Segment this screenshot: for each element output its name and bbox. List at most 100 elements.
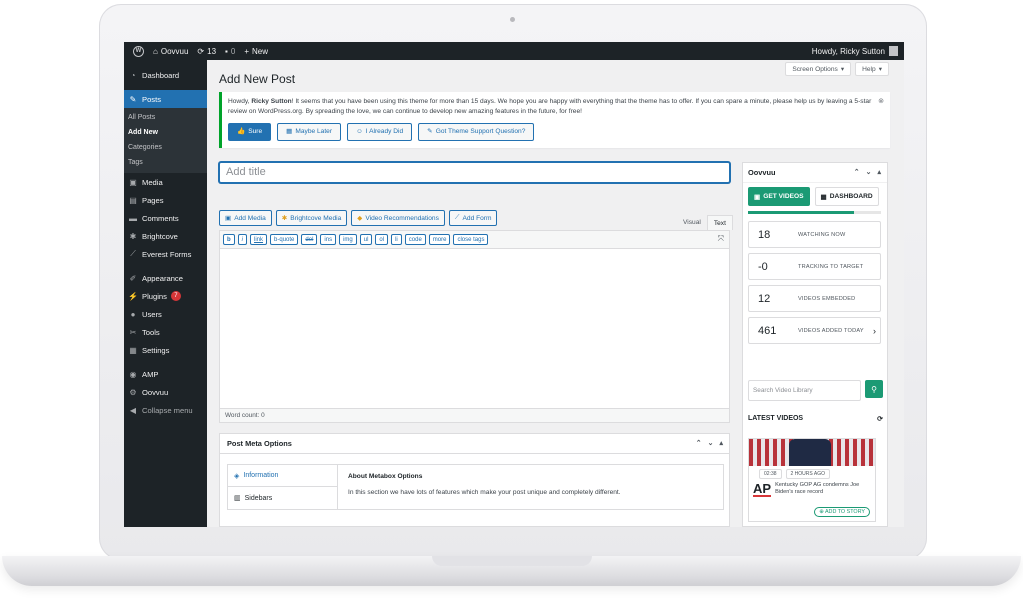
collapse-menu-button[interactable]: ◀ Collapse menu: [124, 401, 207, 419]
chevron-right-icon: ›: [873, 325, 876, 336]
sidebar-item-brightcove[interactable]: ✱ Brightcove: [124, 227, 207, 245]
sidebar-item-comments[interactable]: ▬ Comments: [124, 209, 207, 227]
calendar-icon: ▦: [286, 128, 293, 135]
sidebar-item-media[interactable]: ▣ Media: [124, 173, 207, 191]
updates-link[interactable]: ⟳ 13: [197, 47, 216, 56]
toggle-arrow-icon[interactable]: ▴: [877, 168, 881, 176]
dismiss-notice-icon[interactable]: ⊗: [878, 97, 884, 107]
maybe-later-button[interactable]: ▦ Maybe Later: [277, 123, 342, 141]
tab-visual[interactable]: Visual: [677, 215, 707, 230]
submenu-categories[interactable]: Categories: [124, 140, 207, 155]
video-recommendations-button[interactable]: ◆ Video Recommendations: [351, 210, 445, 226]
avatar: [889, 46, 898, 56]
sidebar-item-dashboard[interactable]: ◔ Dashboard: [124, 66, 207, 84]
sidebar-item-amp[interactable]: ◉ AMP: [124, 365, 207, 383]
get-videos-button[interactable]: ▣ GET VIDEOS: [748, 187, 810, 206]
pin-icon: ✎: [129, 94, 137, 104]
refresh-icon[interactable]: ⟳: [877, 415, 883, 423]
qt-ul-button[interactable]: ul: [359, 234, 373, 245]
qt-li-button[interactable]: li: [391, 234, 402, 245]
video-info: AP Kentucky GOP AG condemns Joe Biden's …: [749, 479, 875, 497]
post-title-input[interactable]: Add title: [219, 162, 730, 183]
sure-button[interactable]: 👍 Sure: [228, 123, 272, 141]
chevron-down-icon[interactable]: ⌄: [866, 168, 872, 176]
sidebar-item-oovvuu[interactable]: ⚙ Oovvuu: [124, 383, 207, 401]
metabox-heading: About Metabox Options: [348, 473, 423, 480]
chevron-up-icon[interactable]: ⌃: [696, 439, 702, 447]
site-name-link[interactable]: ⌂ Oovvuu: [153, 47, 188, 56]
notice-text: Howdy, Ricky Sutton! It seems that you h…: [228, 98, 872, 115]
editor-textarea[interactable]: [220, 249, 729, 409]
comment-icon: ▪: [225, 46, 228, 56]
ap-logo: AP: [753, 481, 772, 497]
wp-logo-menu[interactable]: W: [133, 45, 144, 57]
sidebar-item-users[interactable]: ● Users: [124, 305, 207, 323]
settings-icon: ▦: [129, 345, 137, 355]
user-icon: ●: [130, 309, 136, 319]
metabox-tab-sidebars[interactable]: ▥ Sidebars: [228, 487, 337, 509]
qt-bold-button[interactable]: b: [223, 234, 235, 245]
wrench-icon: ✂: [129, 327, 137, 337]
add-form-button[interactable]: ⟋ Add Form: [448, 210, 498, 226]
qt-italic-button[interactable]: i: [237, 234, 248, 245]
media-icon: ▣: [129, 177, 137, 187]
plugins-update-badge: 7: [170, 291, 181, 301]
comment-icon: ▬: [129, 213, 137, 223]
sidebar-item-pages[interactable]: ▤ Pages: [124, 191, 207, 209]
admin-bar: W ⌂ Oovvuu ⟳ 13 ▪ 0 + New Howdy, Ricky Sutto…: [124, 42, 904, 60]
qt-del-button[interactable]: del: [301, 234, 318, 245]
sidebar-item-settings[interactable]: ▦ Settings: [124, 341, 207, 359]
dashboard-button[interactable]: ▦ DASHBOARD: [814, 187, 879, 206]
comments-link[interactable]: ▪ 0: [225, 47, 235, 56]
screen-options-button[interactable]: Screen Options ▾: [785, 62, 852, 76]
chevron-up-icon[interactable]: ⌃: [854, 168, 860, 176]
help-button[interactable]: Help ▾: [855, 62, 889, 76]
sidebar-item-appearance[interactable]: ✐ Appearance: [124, 269, 207, 287]
admin-sidebar: ◔ Dashboard ✎ Posts All Posts Add New Cate…: [124, 60, 207, 527]
posts-submenu: All Posts Add New Categories Tags: [124, 108, 207, 173]
submenu-all-posts[interactable]: All Posts: [124, 110, 207, 125]
sidebar-item-posts[interactable]: ✎ Posts: [124, 90, 207, 108]
tab-text[interactable]: Text: [706, 215, 733, 230]
media-icon: ▣: [225, 215, 232, 222]
already-did-button[interactable]: ☺ I Already Did: [347, 123, 413, 141]
metabox-tab-information[interactable]: ◈ Information: [228, 465, 337, 487]
caret-down-icon: ▾: [878, 66, 882, 73]
qt-close-tags-button[interactable]: close tags: [453, 234, 489, 245]
sidebar-item-tools[interactable]: ✂ Tools: [124, 323, 207, 341]
sidebar-item-plugins[interactable]: ⚡ Plugins 7: [124, 287, 207, 305]
qt-blockquote-button[interactable]: b-quote: [270, 234, 299, 245]
add-media-button[interactable]: ▣ Add Media: [219, 210, 272, 226]
qt-ol-button[interactable]: ol: [375, 234, 389, 245]
account-menu[interactable]: Howdy, Ricky Sutton: [812, 46, 898, 56]
video-age: 2 HOURS AGO: [785, 469, 830, 479]
support-question-button[interactable]: ✎ Got Theme Support Question?: [418, 123, 535, 141]
screen: W ⌂ Oovvuu ⟳ 13 ▪ 0 + New Howdy, Ricky Sutto…: [124, 42, 904, 527]
gear-icon: ⚙: [129, 387, 137, 397]
add-to-story-button[interactable]: ⊕ ADD TO STORY: [814, 507, 870, 517]
chevron-down-icon[interactable]: ⌄: [708, 439, 714, 447]
stat-videos-added-today[interactable]: 461 VIDEOS ADDED TODAY ›: [748, 317, 881, 344]
search-button[interactable]: ⚲: [865, 380, 883, 398]
tag-icon: ◈: [234, 472, 240, 480]
sidebar-item-everest-forms[interactable]: ⟋ Everest Forms: [124, 245, 207, 263]
qt-more-button[interactable]: more: [428, 234, 451, 245]
qt-link-button[interactable]: link: [250, 234, 268, 245]
fullscreen-icon[interactable]: ⤧: [718, 234, 724, 244]
video-search-input[interactable]: Search Video Library: [748, 380, 861, 401]
qt-ins-button[interactable]: ins: [320, 234, 337, 245]
submenu-add-new[interactable]: Add New: [124, 125, 207, 140]
qt-img-button[interactable]: img: [339, 234, 357, 245]
submenu-tags[interactable]: Tags: [124, 155, 207, 170]
video-card[interactable]: 02:38 2 HOURS AGO AP Kentucky GOP AG con…: [748, 438, 876, 522]
widget-header: Oovvuu ⌃ ⌄ ▴: [743, 163, 887, 183]
notice-actions: 👍 Sure ▦ Maybe Later ☺ I Already Did ✎ Got T…: [228, 123, 884, 141]
new-content-link[interactable]: + New: [244, 47, 268, 56]
qt-code-button[interactable]: code: [404, 234, 426, 245]
toggle-arrow-icon[interactable]: ▴: [719, 439, 723, 447]
stat-videos-embedded: 12 VIDEOS EMBEDDED: [748, 285, 881, 312]
form-icon: ⟋: [454, 214, 460, 221]
main-content: Screen Options ▾ Help ▾ Add New Post ⊗ How…: [207, 60, 904, 527]
brightcove-media-button[interactable]: ✱ Brightcove Media: [275, 210, 348, 226]
review-notice: ⊗ Howdy, Ricky Sutton! It seems that you…: [219, 92, 890, 148]
